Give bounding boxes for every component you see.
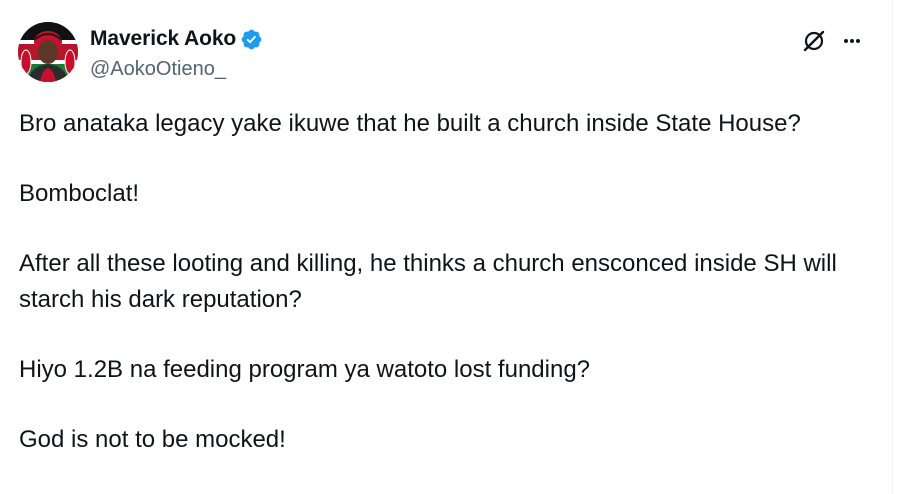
author-display-name[interactable]: Maverick Aoko — [90, 27, 236, 51]
tweet-card: Maverick Aoko @AokoOtieno_ Bro anataka l… — [0, 0, 892, 494]
avatar-image — [18, 22, 78, 82]
tweet-paragraph: Hiyo 1.2B na feeding program ya watoto l… — [19, 356, 591, 383]
tweet-actions — [800, 26, 866, 56]
grok-icon[interactable] — [800, 27, 828, 55]
more-options-icon[interactable] — [838, 27, 866, 55]
avatar[interactable] — [18, 22, 78, 82]
tweet-paragraph: God is not to be mocked! — [19, 426, 286, 453]
author-handle[interactable]: @AokoOtieno_ — [90, 58, 226, 81]
divider — [892, 0, 893, 494]
tweet-paragraph: After all these looting and killing, he … — [19, 250, 837, 313]
author-name-row: Maverick Aoko — [90, 26, 263, 52]
tweet-text: Bro anataka legacy yake ikuwe that he bu… — [19, 106, 879, 458]
verified-badge-icon[interactable] — [240, 28, 263, 51]
tweet-paragraph: Bomboclat! — [19, 180, 140, 207]
tweet-paragraph: Bro anataka legacy yake ikuwe that he bu… — [19, 110, 801, 137]
